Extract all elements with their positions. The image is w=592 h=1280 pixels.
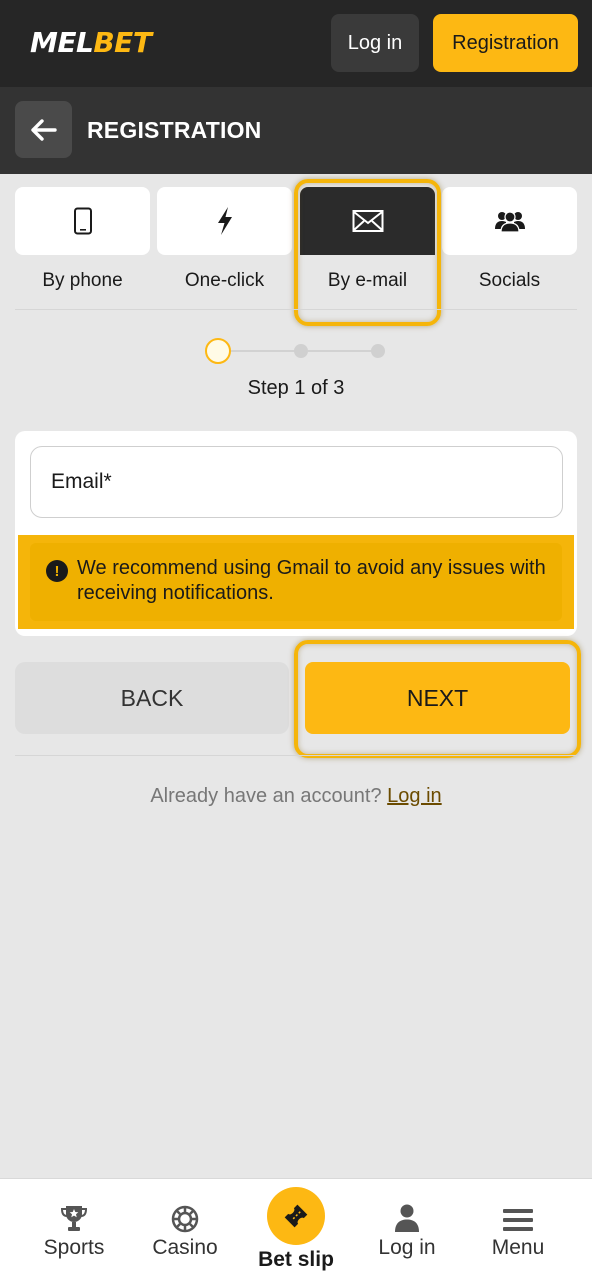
method-tile[interactable] xyxy=(15,187,150,255)
phone-icon xyxy=(73,207,92,235)
logo-text-mel: MEL xyxy=(30,26,94,59)
nav-label: Bet slip xyxy=(258,1248,334,1271)
nav-label: Casino xyxy=(152,1236,218,1259)
step-text: Step 1 of 3 xyxy=(247,377,345,399)
nav-menu[interactable]: Menu xyxy=(463,1197,573,1260)
next-button[interactable]: NEXT xyxy=(305,662,570,734)
method-by-phone[interactable]: By phone xyxy=(15,187,150,292)
arrow-left-icon xyxy=(30,118,57,141)
bet-slip-circle[interactable] xyxy=(267,1187,325,1245)
people-icon xyxy=(494,211,525,233)
title-bar: REGISTRATION xyxy=(0,87,592,174)
back-button[interactable]: BACK xyxy=(15,662,289,734)
melbet-logo[interactable]: MELBET xyxy=(30,26,152,59)
email-placeholder: Email* xyxy=(51,470,112,493)
nav-casino[interactable]: Casino xyxy=(130,1197,240,1260)
logo-text-bet: BET xyxy=(93,26,152,59)
method-socials[interactable]: Socials xyxy=(442,187,577,292)
method-by-email[interactable]: By e-mail xyxy=(300,187,435,292)
page-title: REGISTRATION xyxy=(87,117,262,143)
envelope-icon xyxy=(352,210,383,232)
registration-methods: By phone One-click By e-mail Socials xyxy=(0,174,592,309)
gmail-warning: ! We recommend using Gmail to avoid any … xyxy=(30,543,562,621)
ticket-icon xyxy=(284,1204,308,1228)
nav-label: Sports xyxy=(43,1236,105,1259)
method-tile[interactable] xyxy=(157,187,292,255)
exclamation-icon: ! xyxy=(46,560,68,582)
registration-form: Email* ! We recommend using Gmail to avo… xyxy=(15,431,577,636)
nav-login[interactable]: Log in xyxy=(352,1197,462,1260)
step-connector xyxy=(308,350,378,352)
nav-label: Menu xyxy=(491,1236,545,1259)
top-header: MELBET Log in Registration xyxy=(0,0,592,87)
gmail-warning-highlight: ! We recommend using Gmail to avoid any … xyxy=(18,535,574,629)
warning-text: We recommend using Gmail to avoid any is… xyxy=(77,557,546,604)
method-tile[interactable] xyxy=(442,187,577,255)
casino-chip-icon xyxy=(171,1205,199,1233)
method-tile[interactable] xyxy=(300,187,435,255)
header-login-button[interactable]: Log in xyxy=(331,14,419,72)
step-progress xyxy=(0,336,592,366)
already-text: Already have an account? xyxy=(150,785,382,807)
nav-sports[interactable]: Sports xyxy=(19,1197,129,1260)
email-input[interactable]: Email* xyxy=(30,446,563,518)
divider xyxy=(15,309,577,310)
trophy-icon xyxy=(60,1206,88,1231)
hamburger-menu-icon xyxy=(503,1209,533,1231)
user-icon xyxy=(395,1204,419,1232)
step-dot-current xyxy=(205,338,231,364)
method-one-click[interactable]: One-click xyxy=(157,187,292,292)
step-connector xyxy=(231,350,301,352)
method-label: Socials xyxy=(478,270,541,291)
login-link[interactable]: Log in xyxy=(387,785,442,807)
bottom-navigation: Sports Casino Bet slip Log in Menu xyxy=(0,1178,592,1280)
nav-bet-slip[interactable]: Bet slip xyxy=(241,1187,351,1272)
back-arrow-button[interactable] xyxy=(15,101,72,158)
method-label: By e-mail xyxy=(300,270,435,292)
header-registration-button[interactable]: Registration xyxy=(433,14,578,72)
step-dot xyxy=(371,344,385,358)
method-label: One-click xyxy=(184,270,265,291)
already-have-account: Already have an account? Log in xyxy=(0,785,592,808)
step-dot xyxy=(294,344,308,358)
method-label: By phone xyxy=(42,270,123,291)
divider xyxy=(15,755,577,756)
lightning-icon xyxy=(217,207,232,235)
nav-label: Log in xyxy=(378,1236,436,1259)
